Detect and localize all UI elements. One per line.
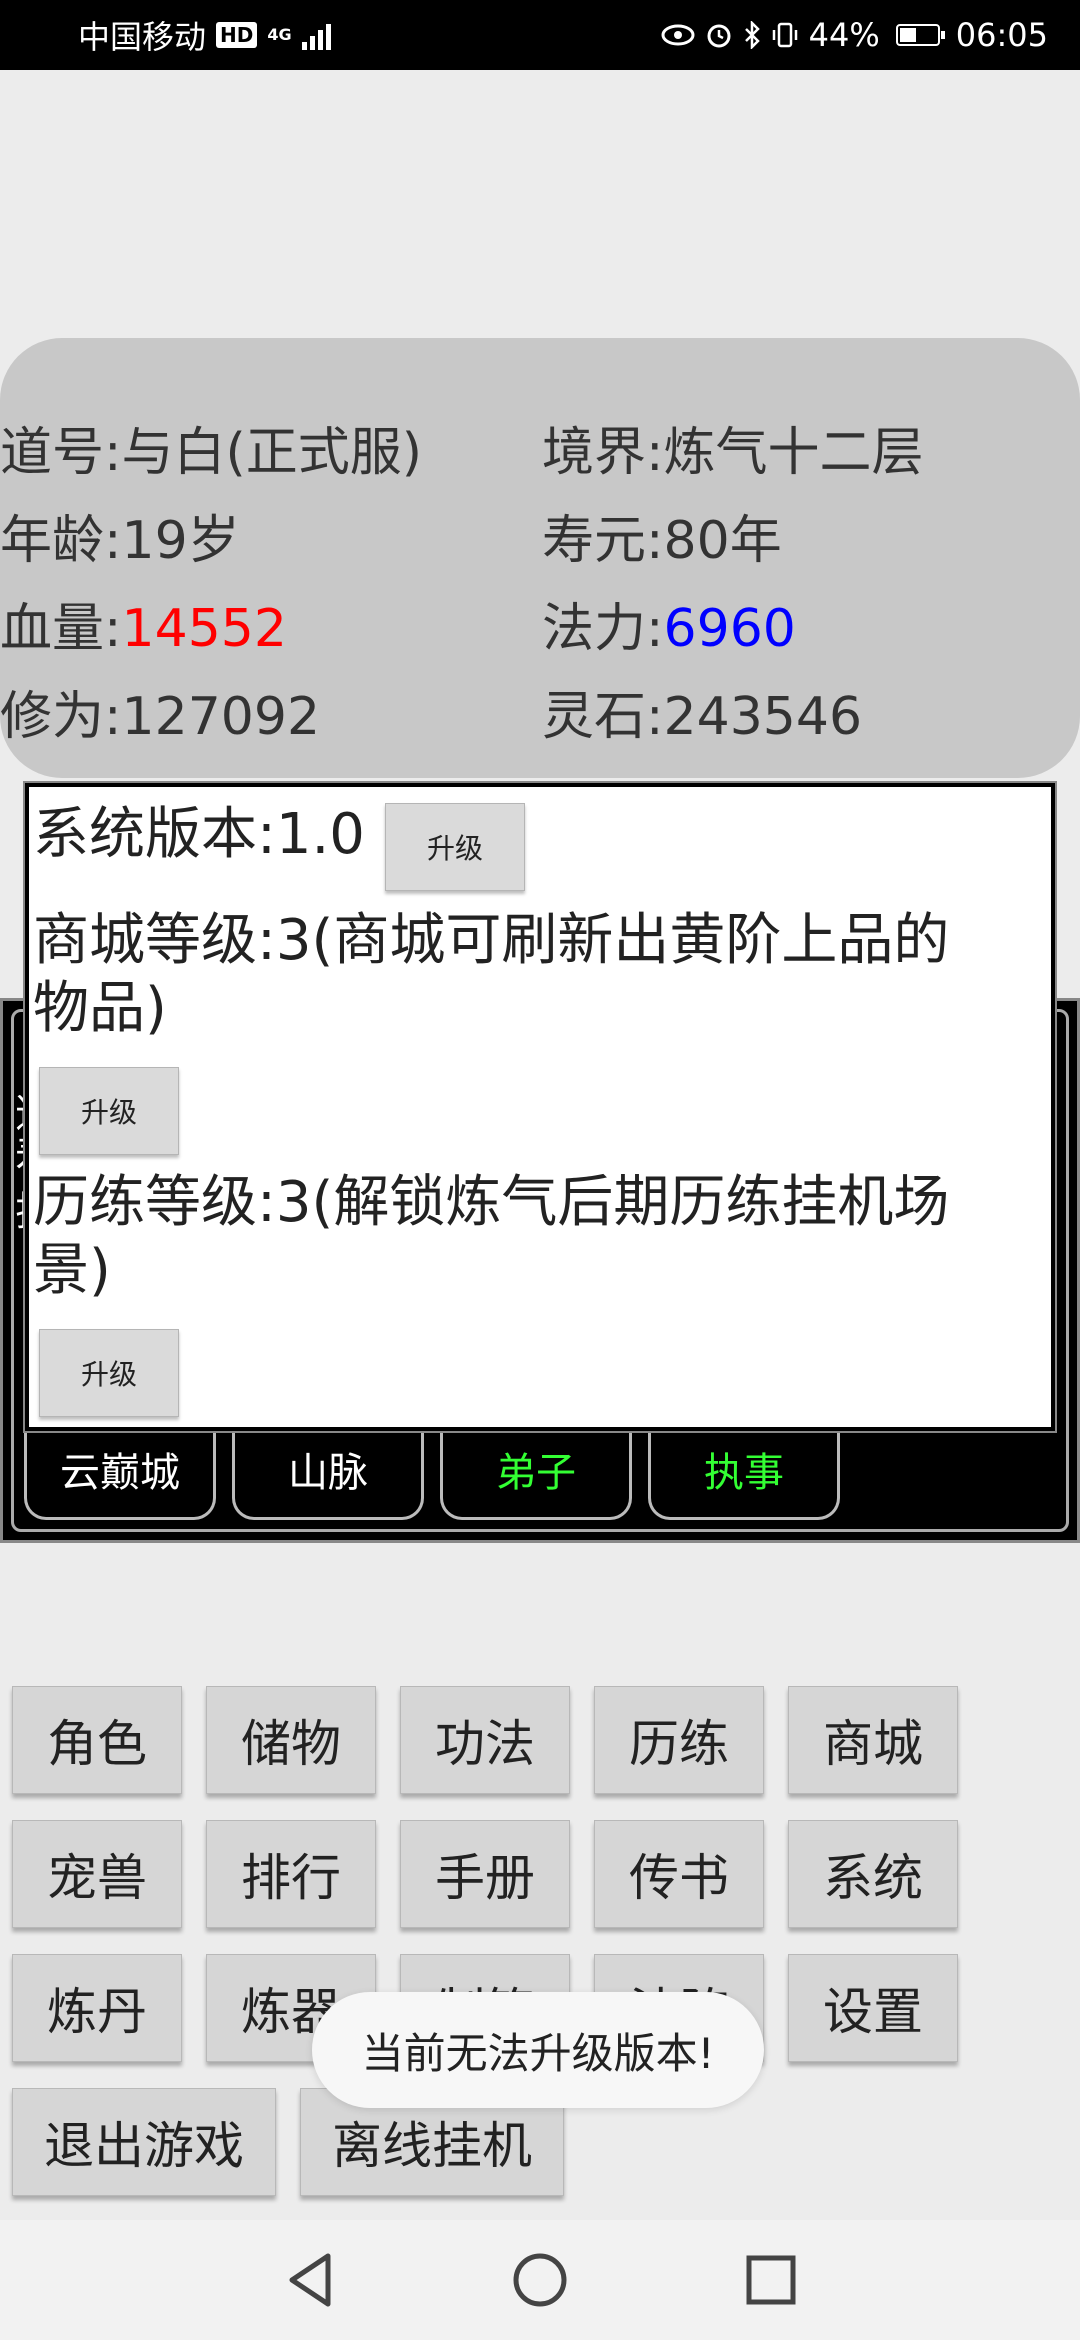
menu-pet-button[interactable]: 宠兽: [12, 1820, 182, 1928]
battery-percent: 44%: [808, 16, 880, 54]
stat-daohao: 道号:与白(正式服): [0, 423, 423, 483]
upgrade-version-button[interactable]: 升级: [385, 803, 525, 891]
shop-level-label: 商城等级:3(商城可刷新出黄阶上品的: [33, 908, 950, 973]
menu-message-button[interactable]: 传书: [594, 1820, 764, 1928]
eye-icon: [661, 24, 695, 46]
upgrade-shop-button[interactable]: 升级: [39, 1067, 179, 1155]
upgrade-training-button[interactable]: 升级: [39, 1329, 179, 1417]
alarm-icon: [707, 24, 731, 48]
battery-icon: [895, 24, 945, 46]
menu-alchemy-button[interactable]: 炼丹: [12, 1954, 182, 2062]
hd-badge: HD: [216, 22, 258, 48]
signal-icon: [301, 20, 331, 50]
menu-settings-button[interactable]: 设置: [788, 1954, 958, 2062]
training-level-label-cont: 景): [33, 1238, 111, 1303]
system-upgrade-dialog: 系统版本:1.0 升级 商城等级:3(商城可刷新出黄阶上品的 物品) 升级 历练…: [25, 783, 1055, 1431]
menu-exit-game-button[interactable]: 退出游戏: [12, 2088, 276, 2196]
stat-xiuwei: 修为:127092: [0, 687, 321, 747]
mana-label: 法力:: [542, 599, 664, 659]
menu-training-button[interactable]: 历练: [594, 1686, 764, 1794]
hp-value: 14552: [121, 599, 287, 659]
menu-shop-button[interactable]: 商城: [788, 1686, 958, 1794]
location-tab-zhishi[interactable]: 执事: [648, 1420, 840, 1520]
network-type: 4G: [267, 25, 292, 44]
back-icon[interactable]: [284, 2250, 336, 2310]
location-tab-shanmai[interactable]: 山脉: [232, 1420, 424, 1520]
menu-character-button[interactable]: 角色: [12, 1686, 182, 1794]
stat-mana: 法力:6960: [542, 586, 796, 661]
navigation-bar: [0, 2220, 1080, 2340]
stat-jingjie: 境界:炼气十二层: [542, 423, 924, 483]
mana-value: 6960: [663, 599, 796, 659]
menu-system-button[interactable]: 系统: [788, 1820, 958, 1928]
location-tab-yundian[interactable]: 云巅城: [24, 1420, 216, 1520]
hp-label: 血量:: [0, 599, 122, 659]
shop-level-label-cont: 物品): [33, 976, 167, 1041]
stat-lingshi: 灵石:243546: [542, 687, 863, 747]
character-stats-panel: 道号:与白(正式服) 境界:炼气十二层 年龄:19岁 寿元:80年 血量:145…: [0, 338, 1080, 778]
stat-age: 年龄:19岁: [0, 511, 240, 571]
stat-shouyuan: 寿元:80年: [542, 511, 782, 571]
status-bar: 中国移动 HD 4G 44% 06:05: [0, 0, 1080, 70]
bluetooth-icon: [744, 21, 760, 49]
system-version-label: 系统版本:1.0: [33, 802, 365, 867]
home-icon[interactable]: [512, 2250, 568, 2310]
toast-message: 当前无法升级版本!: [312, 1992, 764, 2108]
clock: 06:05: [955, 16, 1048, 54]
menu-manual-button[interactable]: 手册: [400, 1820, 570, 1928]
training-level-label: 历练等级:3(解锁炼气后期历练挂机场: [33, 1170, 950, 1235]
location-tab-dizi[interactable]: 弟子: [440, 1420, 632, 1520]
menu-storage-button[interactable]: 储物: [206, 1686, 376, 1794]
carrier-label: 中国移动: [78, 18, 207, 56]
menu-ranking-button[interactable]: 排行: [206, 1820, 376, 1928]
menu-skills-button[interactable]: 功法: [400, 1686, 570, 1794]
recent-apps-icon[interactable]: [744, 2250, 798, 2310]
vibrate-icon: [772, 22, 797, 48]
stat-hp: 血量:14552: [0, 586, 287, 661]
